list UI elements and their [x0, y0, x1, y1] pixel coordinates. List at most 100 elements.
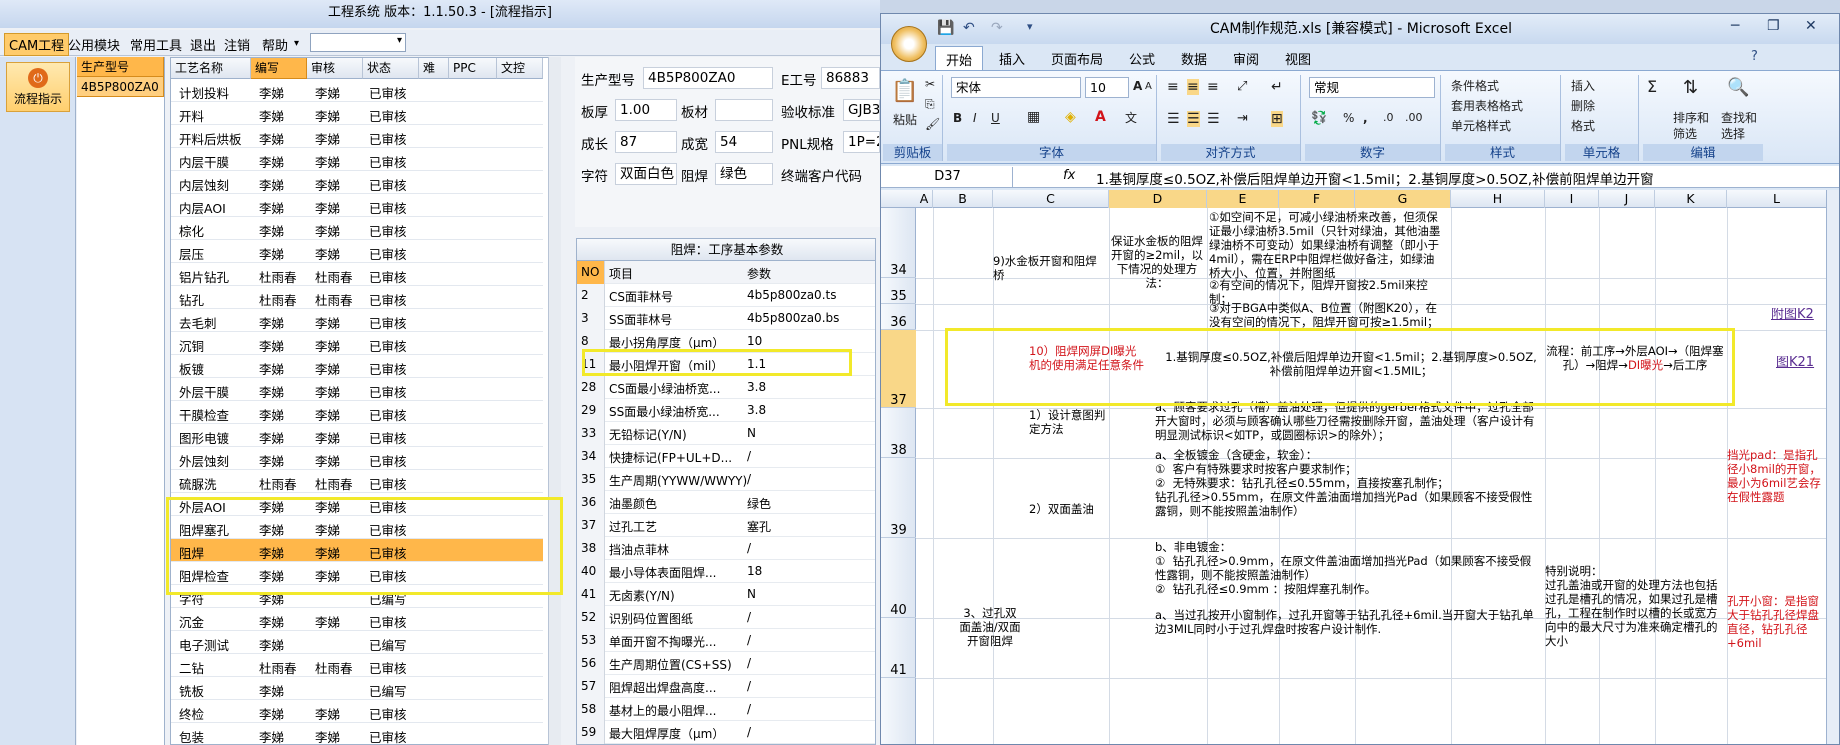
column-header[interactable]: C — [993, 190, 1109, 208]
cell-b41[interactable]: 3、过孔双面盖油/双面开窗阻焊 — [959, 606, 1021, 648]
customize-qat-icon[interactable]: ▾ — [1027, 20, 1033, 33]
cut-icon[interactable]: ✂ — [925, 77, 935, 91]
table-format-button[interactable]: 套用表格格式 — [1451, 97, 1523, 114]
align-bottom-icon[interactable]: ≡ — [1207, 79, 1219, 95]
param-row[interactable]: 37 过孔工艺 塞孔 — [577, 514, 875, 537]
align-top-icon[interactable]: ≡ — [1167, 79, 1179, 95]
tab-view[interactable]: 视图 — [1285, 49, 1311, 68]
product-row[interactable]: 4B5P800ZA0 — [77, 77, 164, 97]
cell-style-button[interactable]: 单元格样式 — [1451, 117, 1511, 134]
param-row[interactable]: 33 无铅标记(Y/N) N — [577, 422, 875, 445]
flow-indicator-button[interactable]: ⏻ 流程指示 — [6, 62, 70, 112]
process-row[interactable]: 外层蚀刻 李娣 李娣 已审核 — [171, 447, 543, 470]
row-header[interactable]: 34 — [881, 208, 916, 278]
help-dropdown-icon[interactable]: ▾ — [294, 38, 299, 49]
param-row[interactable]: 3 SS面菲林号 4b5p800za0.bs — [577, 307, 875, 330]
field-thickness[interactable]: 1.00 — [615, 99, 677, 121]
tab-page-layout[interactable]: 页面布局 — [1051, 49, 1103, 68]
cell-i40[interactable]: 特别说明： 过孔盖油或开窗的处理方法也包括过孔是槽孔的情况，如果过孔是槽孔，工程… — [1545, 564, 1725, 648]
col-reviewer[interactable]: 审核 — [307, 58, 363, 79]
font-size-select[interactable]: 10 — [1085, 77, 1129, 98]
cell-e36[interactable]: ③对于BGA中类似A、B位置（附图K20），在没有空间的情况下，阻焊开窗可按≥1… — [1209, 301, 1441, 329]
menu-help[interactable]: 帮助 — [262, 35, 288, 54]
restore-icon[interactable]: ❐ — [1767, 18, 1780, 34]
process-row[interactable]: 二钻 杜雨春 杜雨春 已审核 — [171, 654, 543, 677]
column-header[interactable]: A — [916, 190, 933, 208]
column-header[interactable]: D — [1109, 190, 1207, 208]
process-row[interactable]: 去毛刺 李娣 李娣 已审核 — [171, 309, 543, 332]
align-left-icon[interactable]: ☰ — [1167, 111, 1180, 127]
font-name-select[interactable]: 宋体 — [951, 77, 1081, 98]
param-row[interactable]: 41 无卤素(Y/N) N — [577, 583, 875, 606]
align-center-icon[interactable]: ☰ — [1187, 111, 1200, 127]
param-row[interactable]: 58 基材上的最小阻焊... / — [577, 698, 875, 721]
process-row[interactable]: 计划投料 李娣 李娣 已审核 — [171, 79, 543, 102]
increase-decimal-icon[interactable]: .0 — [1383, 111, 1394, 124]
find-icon[interactable]: 🔍 — [1727, 77, 1749, 98]
field-width[interactable]: 54 — [715, 131, 773, 153]
paste-icon[interactable]: 📋 — [891, 79, 918, 104]
cell-e39[interactable]: a、全板镀金（含硬金，软金）： ① 客户有特殊要求时按客户要求制作； ② 无特殊… — [1155, 448, 1541, 518]
help-icon[interactable]: ? — [1751, 49, 1758, 64]
col-ppc[interactable]: PPC — [449, 58, 497, 79]
wrap-text-icon[interactable]: ↵ — [1271, 79, 1283, 95]
number-format-select[interactable]: 常规 — [1309, 77, 1435, 98]
copy-icon[interactable]: ⎘ — [925, 97, 935, 112]
process-row[interactable]: 开料 李娣 李娣 已审核 — [171, 102, 543, 125]
param-row[interactable]: 53 单面开窗不掏曝光... / — [577, 629, 875, 652]
cell-l36-link[interactable]: 附图K2 — [1771, 308, 1826, 322]
param-row[interactable]: 40 最小导体表面阻焊... 18 — [577, 560, 875, 583]
process-row[interactable]: 棕化 李娣 李娣 已审核 — [171, 217, 543, 240]
tab-data[interactable]: 数据 — [1181, 49, 1207, 68]
currency-icon[interactable]: 💱 — [1311, 111, 1327, 126]
merge-center-icon[interactable]: ⊞ — [1271, 111, 1283, 127]
row-header[interactable]: 36 — [881, 304, 916, 330]
process-row[interactable]: 沉金 李娣 李娣 已审核 — [171, 608, 543, 631]
conditional-format-button[interactable]: 条件格式 — [1451, 77, 1499, 94]
redo-icon[interactable]: ↷ — [991, 20, 1003, 36]
sort-filter-button[interactable]: 排序和 — [1673, 109, 1709, 126]
cell-c39[interactable]: 2）双面盖油 — [1029, 502, 1111, 516]
worksheet-grid[interactable]: ABCDEFGHIJKL 34 35 36 37 38 39 40 41 9)水金板开窗和阻焊… — [881, 190, 1826, 744]
param-row[interactable]: 34 快捷标记(FP+UL+D... / — [577, 445, 875, 468]
process-row[interactable]: 干膜检查 李娣 李娣 已审核 — [171, 401, 543, 424]
row-header[interactable]: 37 — [881, 330, 916, 408]
cell-c38[interactable]: 1）设计意图判定方法 — [1029, 408, 1111, 436]
save-icon[interactable]: 💾 — [937, 20, 954, 36]
process-row[interactable]: 外层干膜 李娣 李娣 已审核 — [171, 378, 543, 401]
process-row[interactable]: 图形电镀 李娣 李娣 已审核 — [171, 424, 543, 447]
align-right-icon[interactable]: ☰ — [1207, 111, 1220, 127]
comma-icon[interactable]: , — [1363, 111, 1368, 125]
menu-combo-box[interactable]: ▾ — [310, 33, 406, 52]
cell-e40[interactable]: b、非电镀金： ① 钻孔孔径>0.9mm，在原文件盖油面增加挡光Pad（如果顾客… — [1155, 540, 1541, 596]
col-doc-control[interactable]: 文控 — [497, 58, 543, 79]
percent-icon[interactable]: % — [1343, 111, 1354, 125]
menu-public-module[interactable]: 公用模块 — [68, 35, 120, 54]
fx-icon[interactable]: fx — [1063, 168, 1075, 183]
format-painter-icon[interactable]: 🖌 — [925, 117, 940, 131]
paste-button[interactable]: 粘贴 — [893, 111, 917, 128]
process-row[interactable]: 铣板 李娣 已编写 — [171, 677, 543, 700]
cell-d34[interactable]: 保证水金板的阻焊开窗的≥2mil，以下情况的处理方法： — [1109, 234, 1205, 290]
process-row[interactable]: 内层干膜 李娣 李娣 已审核 — [171, 148, 543, 171]
row-header[interactable]: 38 — [881, 408, 916, 458]
column-header[interactable]: H — [1451, 190, 1545, 208]
param-row[interactable]: 28 CS面最小绿油桥宽... 3.8 — [577, 376, 875, 399]
tab-review[interactable]: 审阅 — [1233, 49, 1259, 68]
process-row[interactable]: 钻孔 杜雨春 杜雨春 已审核 — [171, 286, 543, 309]
param-row[interactable]: 35 生产周期(YYWW/WWYY) / — [577, 468, 875, 491]
field-standard[interactable]: GJB3 — [843, 99, 880, 121]
menu-exit[interactable]: 退出 — [190, 35, 216, 54]
tab-formulas[interactable]: 公式 — [1129, 49, 1155, 68]
row-header[interactable]: 39 — [881, 458, 916, 538]
find-select-button[interactable]: 查找和 — [1721, 109, 1757, 126]
field-character[interactable]: 双面白色 — [615, 163, 677, 185]
col-process-name[interactable]: 工艺名称 — [171, 58, 251, 79]
col-status[interactable]: 状态 — [363, 58, 419, 79]
undo-icon[interactable]: ↶ — [963, 20, 975, 36]
process-row[interactable]: 开料后烘板 李娣 李娣 已审核 — [171, 125, 543, 148]
grow-font-icon[interactable]: A — [1133, 79, 1142, 93]
field-length[interactable]: 87 — [615, 131, 677, 153]
process-row[interactable]: 电子测试 李娣 已编写 — [171, 631, 543, 654]
param-row[interactable]: 2 CS面菲林号 4b5p800za0.ts — [577, 284, 875, 307]
